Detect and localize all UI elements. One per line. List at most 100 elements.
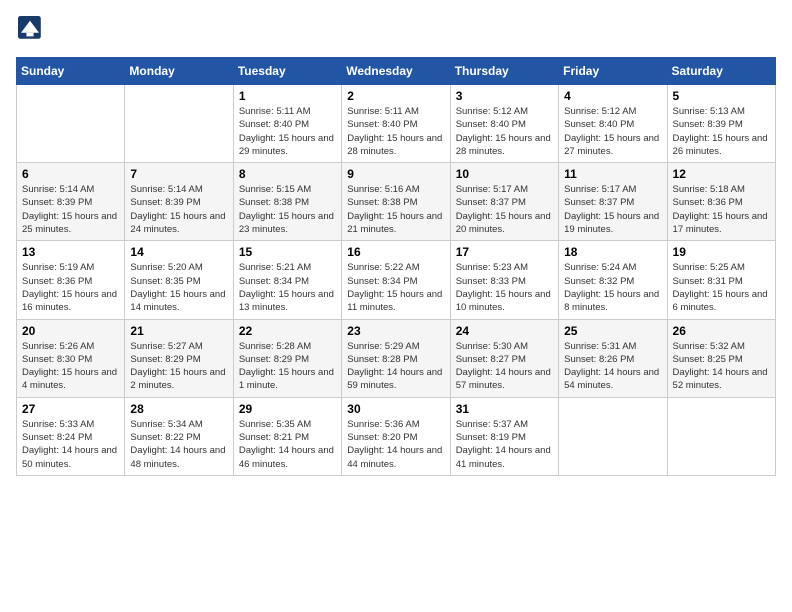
calendar-cell: 16 Sunrise: 5:22 AM Sunset: 8:34 PM Dayli… [342,241,450,319]
day-number: 15 [239,245,336,259]
day-info: Sunrise: 5:34 AM Sunset: 8:22 PM Dayligh… [130,418,227,471]
day-number: 5 [673,89,770,103]
day-number: 18 [564,245,661,259]
day-info: Sunrise: 5:20 AM Sunset: 8:35 PM Dayligh… [130,261,227,314]
day-number: 10 [456,167,553,181]
day-info: Sunrise: 5:36 AM Sunset: 8:20 PM Dayligh… [347,418,444,471]
calendar-cell: 4 Sunrise: 5:12 AM Sunset: 8:40 PM Daylig… [559,85,667,163]
day-number: 1 [239,89,336,103]
calendar-cell: 14 Sunrise: 5:20 AM Sunset: 8:35 PM Dayli… [125,241,233,319]
day-number: 16 [347,245,444,259]
calendar-cell: 18 Sunrise: 5:24 AM Sunset: 8:32 PM Dayli… [559,241,667,319]
calendar-cell: 29 Sunrise: 5:35 AM Sunset: 8:21 PM Dayli… [233,397,341,475]
calendar-header-friday: Friday [559,58,667,85]
calendar-cell [17,85,125,163]
calendar-header-thursday: Thursday [450,58,558,85]
day-info: Sunrise: 5:11 AM Sunset: 8:40 PM Dayligh… [347,105,444,158]
day-info: Sunrise: 5:11 AM Sunset: 8:40 PM Dayligh… [239,105,336,158]
calendar-cell: 12 Sunrise: 5:18 AM Sunset: 8:36 PM Dayli… [667,163,775,241]
day-number: 26 [673,324,770,338]
day-info: Sunrise: 5:23 AM Sunset: 8:33 PM Dayligh… [456,261,553,314]
calendar-cell: 2 Sunrise: 5:11 AM Sunset: 8:40 PM Daylig… [342,85,450,163]
calendar-cell: 24Sunrise: 5:30 AM Sunset: 8:27 PM Dayli… [450,319,558,397]
day-number: 13 [22,245,119,259]
calendar-header-tuesday: Tuesday [233,58,341,85]
calendar-cell: 13 Sunrise: 5:19 AM Sunset: 8:36 PM Dayli… [17,241,125,319]
day-number: 12 [673,167,770,181]
calendar-header-sunday: Sunday [17,58,125,85]
calendar-week-3: 13 Sunrise: 5:19 AM Sunset: 8:36 PM Dayli… [17,241,776,319]
calendar-cell: 6 Sunrise: 5:14 AM Sunset: 8:39 PM Daylig… [17,163,125,241]
calendar-cell: 15 Sunrise: 5:21 AM Sunset: 8:34 PM Dayli… [233,241,341,319]
day-info: Sunrise: 5:24 AM Sunset: 8:32 PM Dayligh… [564,261,661,314]
day-info: Sunrise: 5:22 AM Sunset: 8:34 PM Dayligh… [347,261,444,314]
calendar-cell: 28 Sunrise: 5:34 AM Sunset: 8:22 PM Dayli… [125,397,233,475]
day-number: 11 [564,167,661,181]
calendar-cell: 30 Sunrise: 5:36 AM Sunset: 8:20 PM Dayli… [342,397,450,475]
calendar-cell: 31 Sunrise: 5:37 AM Sunset: 8:19 PM Dayli… [450,397,558,475]
day-number: 4 [564,89,661,103]
calendar-cell: 3 Sunrise: 5:12 AM Sunset: 8:40 PM Daylig… [450,85,558,163]
day-number: 31 [456,402,553,416]
day-number: 14 [130,245,227,259]
day-number: 19 [673,245,770,259]
calendar-header-row: SundayMondayTuesdayWednesdayThursdayFrid… [17,58,776,85]
calendar-cell: 1 Sunrise: 5:11 AM Sunset: 8:40 PM Daylig… [233,85,341,163]
calendar-cell: 17 Sunrise: 5:23 AM Sunset: 8:33 PM Dayli… [450,241,558,319]
day-info: Sunrise: 5:17 AM Sunset: 8:37 PM Dayligh… [456,183,553,236]
calendar-cell: 9Sunrise: 5:16 AM Sunset: 8:38 PM Daylig… [342,163,450,241]
calendar-week-2: 6 Sunrise: 5:14 AM Sunset: 8:39 PM Daylig… [17,163,776,241]
calendar-cell: 5 Sunrise: 5:13 AM Sunset: 8:39 PM Daylig… [667,85,775,163]
day-number: 17 [456,245,553,259]
day-number: 3 [456,89,553,103]
day-number: 9 [347,167,444,181]
day-number: 27 [22,402,119,416]
calendar-cell: 20 Sunrise: 5:26 AM Sunset: 8:30 PM Dayli… [17,319,125,397]
day-info: Sunrise: 5:31 AM Sunset: 8:26 PM Dayligh… [564,340,661,393]
day-info: Sunrise: 5:12 AM Sunset: 8:40 PM Dayligh… [564,105,661,158]
calendar-cell: 27Sunrise: 5:33 AM Sunset: 8:24 PM Dayli… [17,397,125,475]
calendar-cell: 26 Sunrise: 5:32 AM Sunset: 8:25 PM Dayli… [667,319,775,397]
day-number: 6 [22,167,119,181]
day-number: 25 [564,324,661,338]
day-info: Sunrise: 5:29 AM Sunset: 8:28 PM Dayligh… [347,340,444,393]
day-info: Sunrise: 5:12 AM Sunset: 8:40 PM Dayligh… [456,105,553,158]
calendar-cell: 23Sunrise: 5:29 AM Sunset: 8:28 PM Dayli… [342,319,450,397]
day-info: Sunrise: 5:15 AM Sunset: 8:38 PM Dayligh… [239,183,336,236]
day-number: 29 [239,402,336,416]
day-info: Sunrise: 5:14 AM Sunset: 8:39 PM Dayligh… [130,183,227,236]
day-number: 24 [456,324,553,338]
calendar-cell: 25 Sunrise: 5:31 AM Sunset: 8:26 PM Dayli… [559,319,667,397]
calendar-cell: 10 Sunrise: 5:17 AM Sunset: 8:37 PM Dayli… [450,163,558,241]
day-info: Sunrise: 5:14 AM Sunset: 8:39 PM Dayligh… [22,183,119,236]
calendar-cell [667,397,775,475]
day-number: 20 [22,324,119,338]
day-number: 22 [239,324,336,338]
day-info: Sunrise: 5:19 AM Sunset: 8:36 PM Dayligh… [22,261,119,314]
calendar-week-4: 20 Sunrise: 5:26 AM Sunset: 8:30 PM Dayli… [17,319,776,397]
calendar-cell: 21Sunrise: 5:27 AM Sunset: 8:29 PM Dayli… [125,319,233,397]
day-number: 21 [130,324,227,338]
day-number: 28 [130,402,227,416]
logo-icon [18,16,42,40]
day-number: 8 [239,167,336,181]
day-info: Sunrise: 5:13 AM Sunset: 8:39 PM Dayligh… [673,105,770,158]
day-info: Sunrise: 5:21 AM Sunset: 8:34 PM Dayligh… [239,261,336,314]
day-number: 2 [347,89,444,103]
day-info: Sunrise: 5:26 AM Sunset: 8:30 PM Dayligh… [22,340,119,393]
day-info: Sunrise: 5:18 AM Sunset: 8:36 PM Dayligh… [673,183,770,236]
day-info: Sunrise: 5:32 AM Sunset: 8:25 PM Dayligh… [673,340,770,393]
day-info: Sunrise: 5:37 AM Sunset: 8:19 PM Dayligh… [456,418,553,471]
day-info: Sunrise: 5:35 AM Sunset: 8:21 PM Dayligh… [239,418,336,471]
calendar-cell: 8 Sunrise: 5:15 AM Sunset: 8:38 PM Daylig… [233,163,341,241]
day-info: Sunrise: 5:17 AM Sunset: 8:37 PM Dayligh… [564,183,661,236]
calendar-week-5: 27Sunrise: 5:33 AM Sunset: 8:24 PM Dayli… [17,397,776,475]
calendar-cell: 19Sunrise: 5:25 AM Sunset: 8:31 PM Dayli… [667,241,775,319]
page-header [16,16,776,45]
day-number: 30 [347,402,444,416]
calendar-cell [559,397,667,475]
calendar-table: SundayMondayTuesdayWednesdayThursdayFrid… [16,57,776,476]
calendar-cell [125,85,233,163]
day-info: Sunrise: 5:28 AM Sunset: 8:29 PM Dayligh… [239,340,336,393]
day-number: 7 [130,167,227,181]
